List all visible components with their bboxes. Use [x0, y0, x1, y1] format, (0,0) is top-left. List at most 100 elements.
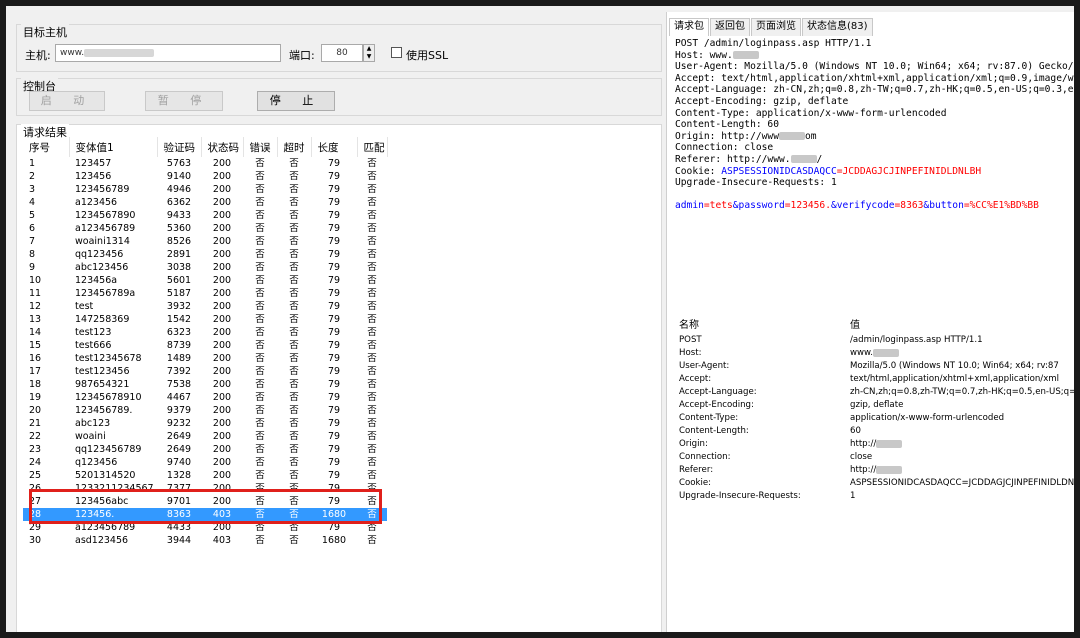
table-row[interactable]: 2 123456 9140 200 否 否 79 否: [23, 170, 387, 183]
tab-item[interactable]: 状态信息(83): [802, 18, 873, 36]
header-row[interactable]: Accept: text/html,application/xhtml+xml,a…: [675, 373, 1074, 386]
table-cell: 200: [212, 327, 232, 338]
port-spinner[interactable]: ▲ ▼: [363, 44, 375, 62]
table-cell: 否: [367, 457, 377, 468]
table-row[interactable]: 30 asd123456 3944 403 否 否 1680 否: [23, 534, 387, 547]
table-cell: woaini: [75, 431, 106, 442]
ssl-checkbox[interactable]: [391, 47, 402, 58]
table-row[interactable]: 7 woaini1314 8526 200 否 否 79 否: [23, 235, 387, 248]
table-row[interactable]: 6 a123456789 5360 200 否 否 79 否: [23, 222, 387, 235]
header-row[interactable]: Host: www.: [675, 347, 1074, 360]
tab-item[interactable]: 请求包: [669, 18, 709, 36]
table-cell: 否: [255, 223, 265, 234]
table-row[interactable]: 17 test123456 7392 200 否 否 79 否: [23, 365, 387, 378]
param-key: &password: [732, 200, 785, 212]
column-header[interactable]: 错误: [243, 137, 278, 157]
table-cell: 否: [367, 353, 377, 364]
table-row[interactable]: 4 a123456 6362 200 否 否 79 否: [23, 196, 387, 209]
table-cell: 否: [289, 392, 299, 403]
table-row[interactable]: 10 123456a 5601 200 否 否 79 否: [23, 274, 387, 287]
table-row[interactable]: 9 abc123456 3038 200 否 否 79 否: [23, 261, 387, 274]
header-row[interactable]: Content-Length: 60: [675, 425, 1074, 438]
table-row[interactable]: 20 123456789. 9379 200 否 否 79 否: [23, 404, 387, 417]
redacted-block: [778, 131, 805, 140]
table-row[interactable]: 23 qq123456789 2649 200 否 否 79 否: [23, 443, 387, 456]
table-row[interactable]: 24 q123456 9740 200 否 否 79 否: [23, 456, 387, 469]
table-row[interactable]: 22 woaini 2649 200 否 否 79 否: [23, 430, 387, 443]
table-cell: 147258369: [75, 314, 130, 325]
table-cell: 21: [29, 418, 42, 429]
column-header[interactable]: 验证码: [157, 137, 202, 157]
table-cell: 否: [289, 366, 299, 377]
tab-item[interactable]: 返回包: [710, 18, 750, 36]
table-cell: 79: [327, 236, 341, 247]
host-input[interactable]: www.: [55, 44, 281, 62]
table-cell: 12: [29, 301, 42, 312]
ssl-label: 使用SSL: [406, 49, 449, 62]
table-cell: 否: [255, 379, 265, 390]
host-redacted: [84, 48, 155, 57]
column-header[interactable]: 超时: [277, 137, 312, 157]
table-row[interactable]: 11 123456789a 5187 200 否 否 79 否: [23, 287, 387, 300]
table-cell: 否: [289, 236, 299, 247]
column-header[interactable]: 变体值1: [69, 137, 158, 157]
column-header[interactable]: 状态码: [201, 137, 244, 157]
header-row[interactable]: Connection: close: [675, 451, 1074, 464]
tab-item[interactable]: 页面浏览: [751, 18, 801, 36]
port-input[interactable]: 80: [321, 44, 363, 62]
table-row[interactable]: 19 12345678910 4467 200 否 否 79 否: [23, 391, 387, 404]
header-name: POST: [679, 335, 702, 345]
column-header[interactable]: 序号: [23, 137, 70, 157]
table-cell: 79: [327, 470, 341, 481]
table-row[interactable]: 3 123456789 4946 200 否 否 79 否: [23, 183, 387, 196]
table-cell: 200: [212, 418, 232, 429]
table-cell: 否: [289, 418, 299, 429]
table-cell: 否: [289, 171, 299, 182]
header-row[interactable]: Origin: http://: [675, 438, 1074, 451]
request-line-text: Accept-Language: zh-CN,zh;q=0.8,zh-TW;q=…: [675, 84, 1079, 96]
header-row[interactable]: Cookie: ASPSESSIONIDCASDAQCC=JCDDAGJCJINP…: [675, 477, 1079, 490]
header-row[interactable]: Referer: http://: [675, 464, 1074, 477]
table-cell: 79: [327, 327, 341, 338]
header-value: gzip, deflate: [850, 400, 904, 410]
redacted-block: [790, 154, 817, 163]
stop-button[interactable]: 停 止: [257, 91, 335, 111]
table-row[interactable]: 5 1234567890 9433 200 否 否 79 否: [23, 209, 387, 222]
table-row[interactable]: 16 test12345678 1489 200 否 否 79 否: [23, 352, 387, 365]
table-row[interactable]: 21 abc123 9232 200 否 否 79 否: [23, 417, 387, 430]
table-row[interactable]: 25 5201314520 1328 200 否 否 79 否: [23, 469, 387, 482]
header-row[interactable]: Accept-Encoding: gzip, deflate: [675, 399, 1074, 412]
header-row[interactable]: Accept-Language: zh-CN,zh;q=0.8,zh-TW;q=0…: [675, 386, 1074, 399]
spin-up-icon[interactable]: ▲: [364, 45, 374, 53]
target-host-group: 目标主机 主机: www. 端口: 80 ▲ ▼ 使用SSL: [16, 24, 662, 72]
table-cell: 24: [29, 457, 42, 468]
request-raw[interactable]: POST /admin/loginpass.asp HTTP/1.1 Host: …: [675, 38, 1079, 338]
header-row[interactable]: POST/admin/loginpass.asp HTTP/1.1: [675, 334, 1074, 347]
header-row[interactable]: User-Agent: Mozilla/5.0 (Windows NT 10.0;…: [675, 360, 1074, 373]
start-button[interactable]: 启 动: [29, 91, 105, 111]
table-row[interactable]: 13 147258369 1542 200 否 否 79 否: [23, 313, 387, 326]
column-header[interactable]: 长度: [311, 137, 358, 157]
table-row[interactable]: 8 qq123456 2891 200 否 否 79 否: [23, 248, 387, 261]
param-value: =tets: [703, 200, 733, 212]
table-row[interactable]: 14 test123 6323 200 否 否 79 否: [23, 326, 387, 339]
table-cell: 否: [367, 366, 377, 377]
header-value: ASPSESSIONIDCASDAQCC=JCDDAGJCJINPEFINIDL…: [850, 478, 1079, 488]
table-row[interactable]: 15 test666 8739 200 否 否 79 否: [23, 339, 387, 352]
table-row[interactable]: 18 987654321 7538 200 否 否 79 否: [23, 378, 387, 391]
header-row[interactable]: Content-Type: application/x-www-form-urle…: [675, 412, 1074, 425]
table-cell: 否: [255, 288, 265, 299]
header-name: Accept-Encoding:: [679, 400, 754, 410]
table-cell: 200: [212, 210, 232, 221]
header-row[interactable]: Upgrade-Insecure-Requests: 1: [675, 490, 1074, 503]
header-value: 1: [850, 491, 856, 501]
column-header[interactable]: 匹配: [357, 137, 388, 157]
referer-suffix: /: [816, 153, 823, 165]
table-cell: 否: [289, 340, 299, 351]
table-cell: 79: [327, 353, 341, 364]
spin-down-icon[interactable]: ▼: [364, 53, 374, 61]
table-row[interactable]: 1 123457 5763 200 否 否 79 否: [23, 157, 387, 170]
control-group: 控制台 启 动 暂 停 停 止: [16, 78, 662, 116]
pause-button[interactable]: 暂 停: [145, 91, 223, 111]
table-row[interactable]: 12 test 3932 200 否 否 79 否: [23, 300, 387, 313]
